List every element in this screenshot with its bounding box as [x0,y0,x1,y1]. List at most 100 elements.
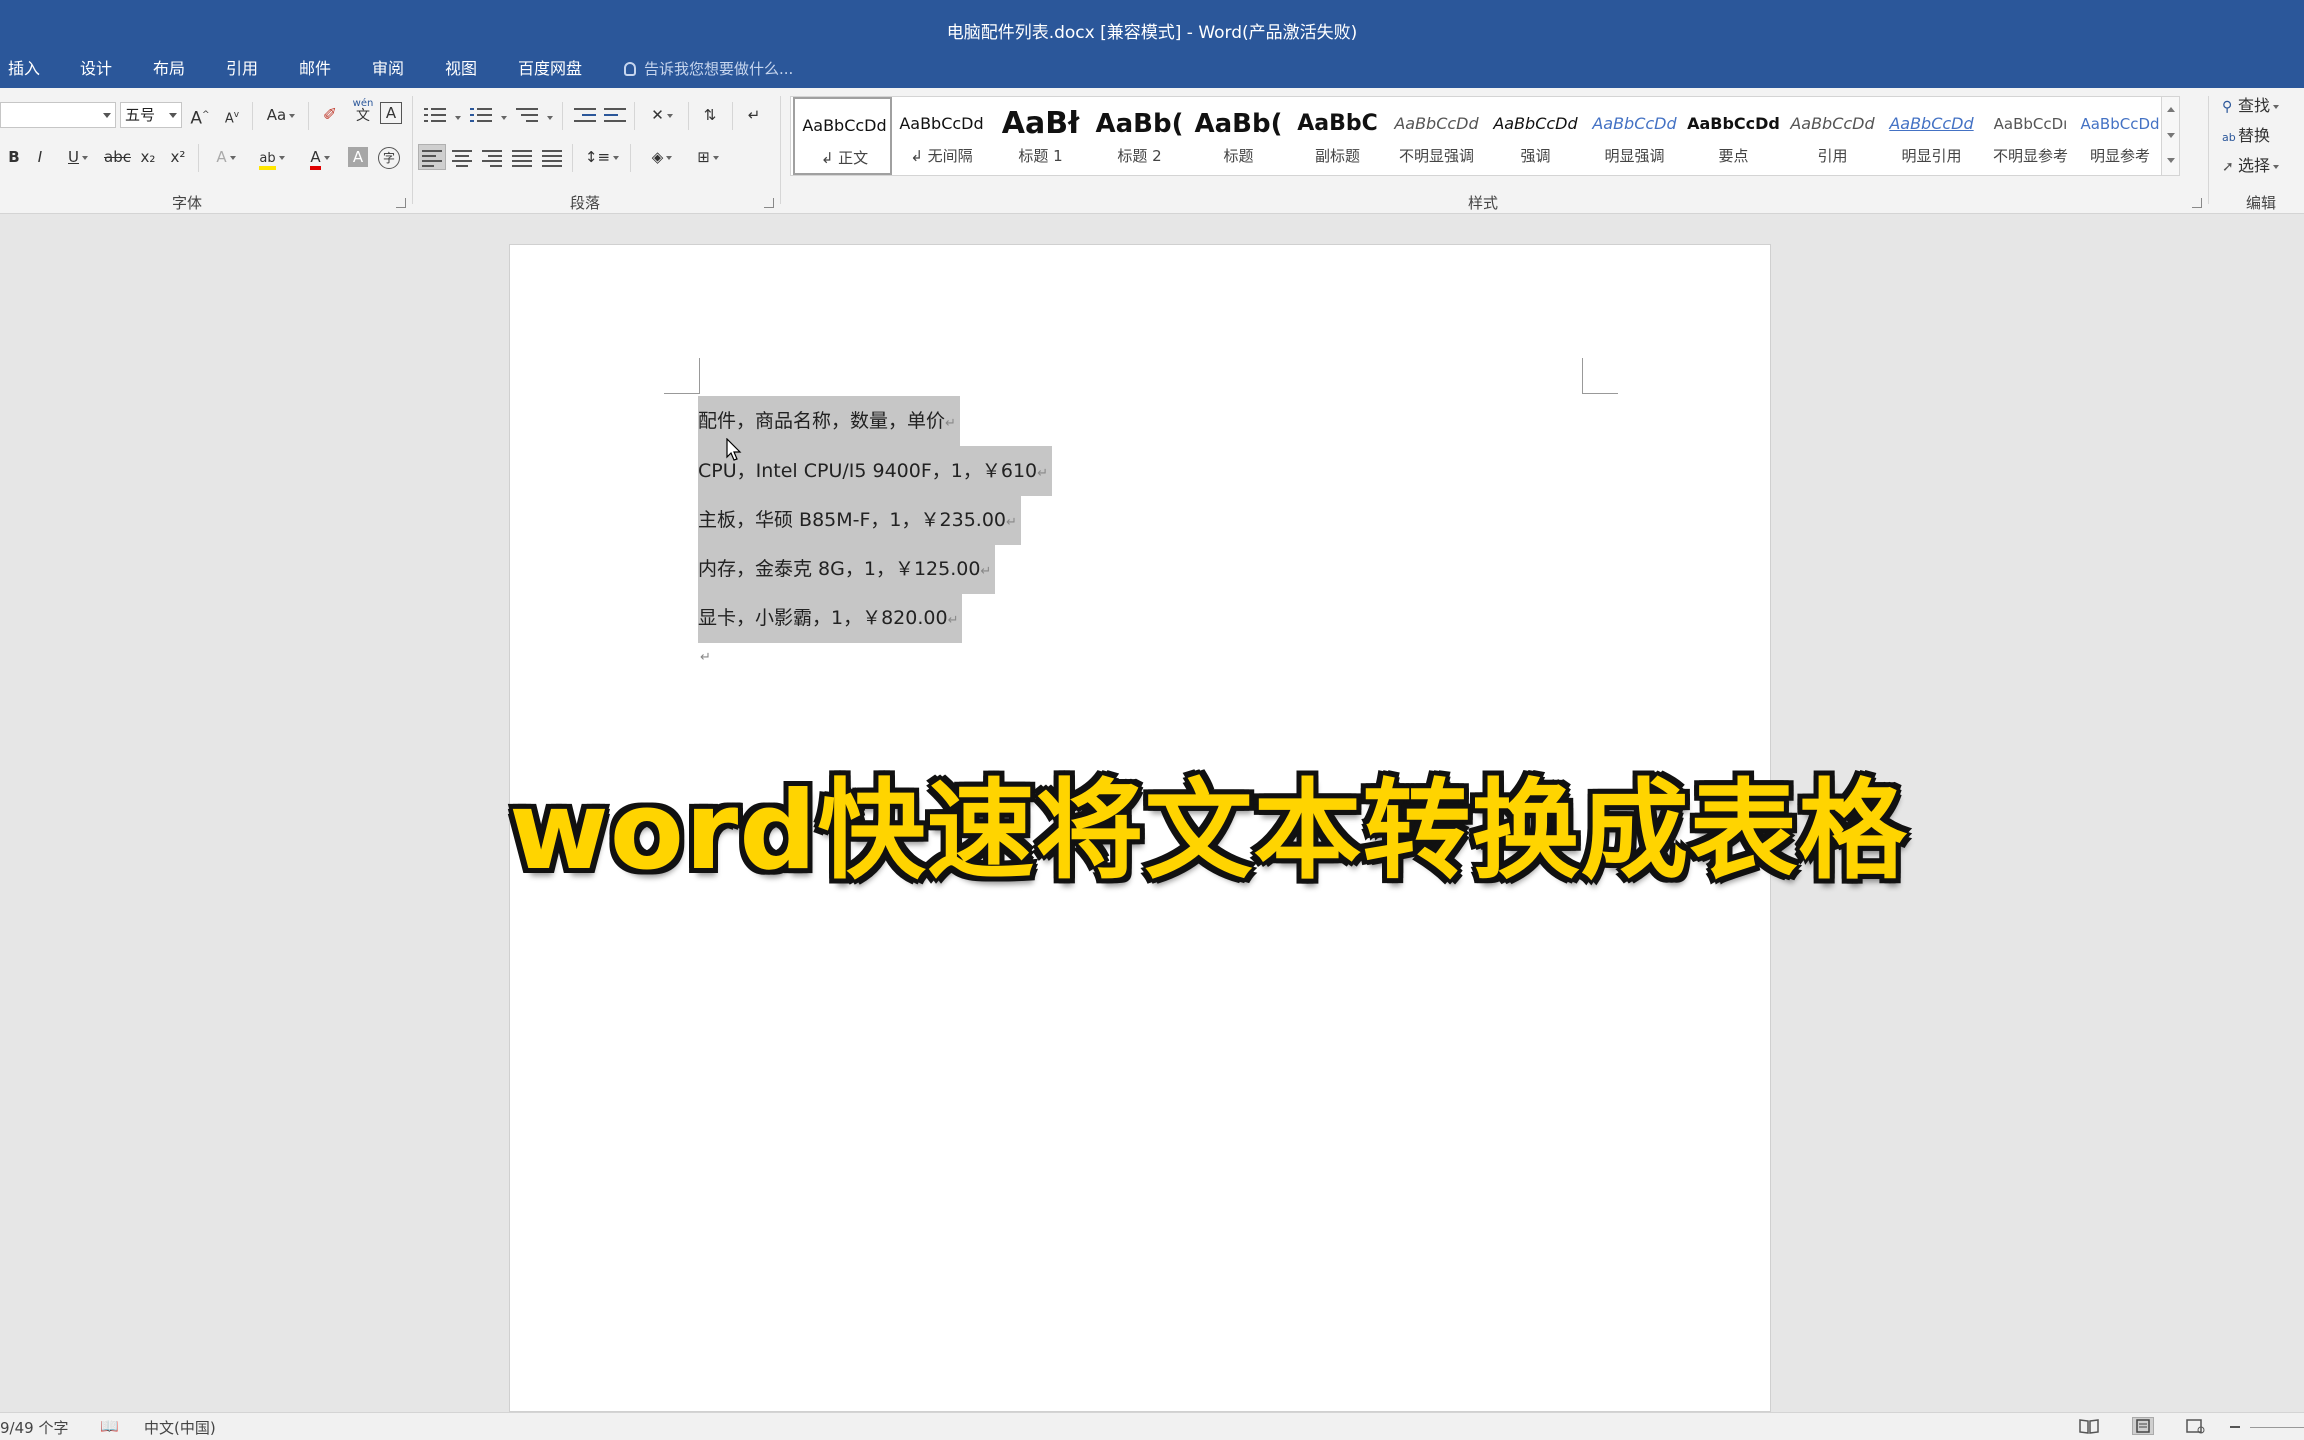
distributed-icon[interactable] [542,148,564,167]
chevron-down-icon[interactable] [547,116,553,120]
bold-button[interactable]: B [4,144,24,170]
style-quote[interactable]: AaBbCcDd 引用 [1783,97,1882,175]
lightbulb-icon [624,62,636,76]
tab-view[interactable]: 视图 [445,58,477,88]
tab-mailings[interactable]: 邮件 [299,58,331,88]
read-mode-icon[interactable] [2078,1417,2100,1435]
underline-button[interactable]: U [58,144,98,170]
chevron-down-icon[interactable] [455,116,461,120]
style-title[interactable]: AaBb( 标题 [1189,97,1288,175]
strikethrough-button[interactable]: abc [104,144,131,170]
font-color-button[interactable]: A [300,144,340,170]
numbering-icon[interactable] [470,106,492,124]
enclose-characters-button[interactable]: 字 [378,147,400,169]
show-marks-button[interactable]: ↵ [744,102,764,128]
tab-references[interactable]: 引用 [226,58,258,88]
increase-indent-icon[interactable] [604,106,626,124]
align-center-icon[interactable] [452,148,474,167]
character-shading-button[interactable]: A [348,147,368,167]
change-case-button[interactable]: Aa [262,102,300,128]
print-layout-icon[interactable] [2132,1417,2154,1435]
font-size-combo[interactable]: 五号 [120,102,182,128]
multilevel-list-icon[interactable] [516,106,538,124]
clear-formatting-button[interactable]: ✐ [320,102,340,128]
decrease-indent-icon[interactable] [574,106,596,124]
document-line[interactable]: 内存，金泰克 8G，1，￥125.00↵ [698,544,996,594]
style-intense-quote[interactable]: AaBbCcDd 明显引用 [1882,97,1981,175]
group-divider [412,96,413,204]
phonetic-guide-button[interactable]: wén 文 [350,98,376,124]
style-heading-1[interactable]: AaBł 标题 1 [991,97,1090,175]
highlight-button[interactable]: ab [252,144,292,170]
zoom-out-button[interactable] [2230,1426,2240,1428]
grow-font-icon: A [190,108,203,129]
highlighter-icon: ab [259,151,276,170]
gallery-scroll-up[interactable] [2161,97,2179,123]
document-line[interactable]: 显卡，小影霸，1，￥820.00↵ [698,593,963,643]
replace-button[interactable]: ab 替换 [2222,124,2270,148]
language-indicator[interactable]: 中文(中国) [144,1417,216,1438]
zoom-slider[interactable] [2250,1427,2304,1428]
word-count[interactable]: 9/49 个字 [0,1417,68,1438]
window-title: 电脑配件列表.docx [兼容模式] - Word(产品激活失败) [946,23,1358,43]
paragraph-mark: ↵ [947,613,959,628]
web-layout-icon[interactable] [2184,1417,2206,1435]
style-no-spacing[interactable]: AaBbCcDd ↲ 无间隔 [892,97,991,175]
paragraph-group-label: 段落 [570,194,601,212]
divider [630,144,631,172]
tab-baidu-netdisk[interactable]: 百度网盘 [518,58,582,88]
style-subtitle[interactable]: AaBbC 副标题 [1288,97,1387,175]
borders-button[interactable]: ⊞ [688,144,728,170]
style-strong[interactable]: AaBbCcDd 要点 [1684,97,1783,175]
chinese-layout-button[interactable]: ✕ [644,102,680,128]
find-button[interactable]: ⚲ 查找 [2222,94,2280,118]
style-sample: AaBbCcDd [899,114,984,133]
border-a-icon: A [385,104,397,122]
arrow-pointer-icon: ➚ [2222,159,2234,175]
styles-dialog-launcher[interactable] [2192,198,2202,208]
style-subtle-reference[interactable]: AaBbCcDı 不明显参考 [1981,97,2080,175]
style-name: 不明显参考 [1992,147,2068,165]
font-name-combo[interactable] [0,102,116,128]
grow-font-button[interactable]: A^ [190,102,210,129]
tell-me-box[interactable]: 告诉我您想要做什么... [624,58,793,88]
text-effects-button[interactable]: A [208,144,244,170]
bullets-icon[interactable] [424,106,446,124]
subscript-button[interactable]: x₂ [138,144,158,170]
sort-button[interactable]: ⇅ [700,102,720,128]
font-dialog-launcher[interactable] [396,198,406,208]
shading-button[interactable]: ◈ [642,144,682,170]
document-line[interactable]: CPU，Intel CPU/I5 9400F，1，￥610↵ [698,446,1053,496]
text-effects-icon: A [216,148,227,166]
justify-icon[interactable] [512,148,534,167]
tab-review[interactable]: 审阅 [372,58,404,88]
style-normal[interactable]: AaBbCcDd ↲ 正文 [793,97,892,175]
style-intense-reference[interactable]: AaBbCcDd 明显参考 [2080,97,2160,175]
paragraph-dialog-launcher[interactable] [764,198,774,208]
italic-button[interactable]: I [30,144,50,170]
proofing-icon[interactable]: 📖 [100,1417,119,1435]
style-sample: AaBb( [1095,109,1184,139]
chevron-down-icon[interactable] [501,116,507,120]
style-intense-emphasis[interactable]: AaBbCcDd 明显强调 [1585,97,1684,175]
superscript-button[interactable]: x² [168,144,188,170]
align-right-icon[interactable] [482,148,504,167]
shrink-font-button[interactable]: Av [222,102,242,128]
character-border-button[interactable]: A [380,102,402,124]
gallery-more[interactable] [2161,149,2179,175]
line-text: 内存，金泰克 8G，1，￥125.00 [698,558,981,580]
style-subtle-emphasis[interactable]: AaBbCcDd 不明显强调 [1387,97,1486,175]
style-emphasis[interactable]: AaBbCcDd 强调 [1486,97,1585,175]
select-button[interactable]: ➚ 选择 [2222,154,2280,178]
chevron-down-icon [712,155,719,160]
chevron-down-icon [169,113,177,118]
style-heading-2[interactable]: AaBb( 标题 2 [1090,97,1189,175]
document-line[interactable]: 主板，华硕 B85M-F，1，￥235.00↵ [698,495,1021,545]
line-text: 显卡，小影霸，1，￥820.00 [698,607,948,629]
align-left-icon[interactable] [422,148,444,167]
gallery-scroll-down[interactable] [2161,123,2179,149]
tab-layout[interactable]: 布局 [153,58,185,88]
tab-design[interactable]: 设计 [80,58,112,88]
line-spacing-button[interactable]: ↕≡ [582,144,622,170]
tab-insert[interactable]: 插入 [8,58,40,88]
